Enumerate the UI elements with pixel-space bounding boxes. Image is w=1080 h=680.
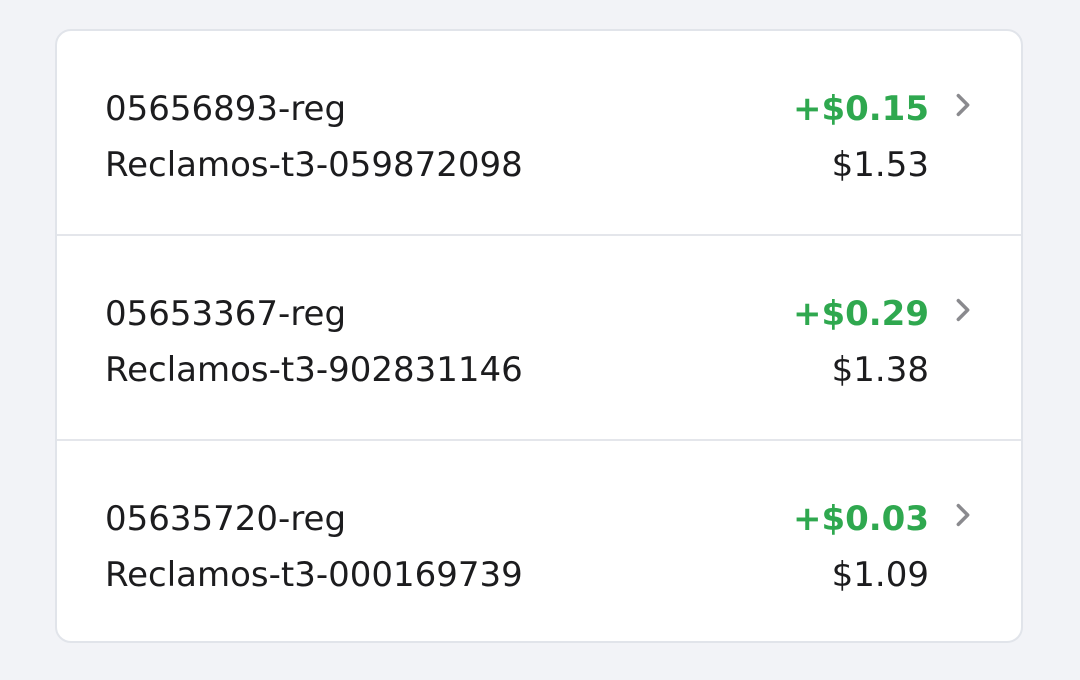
- transaction-amounts: +$0.03 $1.09: [793, 491, 929, 603]
- transaction-reference: Reclamos-t3-902831146: [105, 350, 523, 390]
- transactions-card: 05656893-reg Reclamos-t3-059872098 +$0.1…: [55, 29, 1023, 643]
- chevron-right-icon[interactable]: [949, 91, 977, 119]
- amount-total: $1.53: [831, 145, 929, 185]
- amount-total: $1.09: [831, 555, 929, 595]
- transaction-info: 05635720-reg Reclamos-t3-000169739: [105, 491, 523, 603]
- transaction-info: 05656893-reg Reclamos-t3-059872098: [105, 81, 523, 193]
- transaction-row[interactable]: 05656893-reg Reclamos-t3-059872098 +$0.1…: [57, 31, 1021, 236]
- amount-total: $1.38: [831, 350, 929, 390]
- amount-change: +$0.03: [792, 499, 929, 539]
- transaction-amounts: +$0.15 $1.53: [793, 81, 929, 193]
- chevron-right-icon[interactable]: [949, 501, 977, 529]
- amount-change: +$0.15: [792, 89, 929, 129]
- transaction-row[interactable]: 05653367-reg Reclamos-t3-902831146 +$0.2…: [57, 236, 1021, 441]
- transaction-row[interactable]: 05635720-reg Reclamos-t3-000169739 +$0.0…: [57, 441, 1021, 641]
- transaction-id: 05635720-reg: [105, 499, 347, 539]
- transaction-info: 05653367-reg Reclamos-t3-902831146: [105, 286, 523, 398]
- transaction-reference: Reclamos-t3-000169739: [105, 555, 523, 595]
- transaction-id: 05656893-reg: [105, 89, 347, 129]
- amount-change: +$0.29: [792, 294, 929, 334]
- transaction-reference: Reclamos-t3-059872098: [105, 145, 523, 185]
- chevron-right-icon[interactable]: [949, 296, 977, 324]
- transaction-id: 05653367-reg: [105, 294, 347, 334]
- transaction-amounts: +$0.29 $1.38: [793, 286, 929, 398]
